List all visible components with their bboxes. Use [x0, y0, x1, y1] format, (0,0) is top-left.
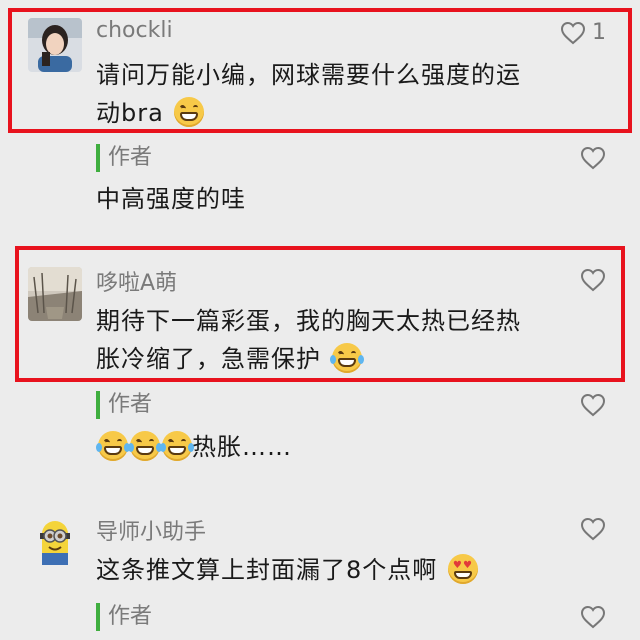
laugh-cry-emoji-icon: [128, 431, 162, 461]
like-button[interactable]: [580, 393, 606, 417]
commenter-name[interactable]: 导师小助手: [96, 514, 206, 546]
like-count: 1: [592, 20, 606, 45]
commenter-name[interactable]: 哆啦A萌: [96, 265, 177, 297]
heart-outline-icon: [580, 268, 606, 292]
author-reply-text-content: 热胀……: [192, 433, 292, 461]
author-reply-label: 作者: [96, 391, 152, 419]
laugh-cry-emoji-icon: [160, 431, 194, 461]
comment-text-line-1: 期待下一篇彩蛋，我的胸天太热已经热: [96, 307, 521, 335]
laugh-cry-emoji-icon: [96, 431, 130, 461]
commenter-name[interactable]: chockli: [96, 18, 173, 43]
heart-outline-icon: [580, 605, 606, 629]
comment-text: 这条推文算上封面漏了8个点啊 ♥ ♥: [96, 551, 596, 589]
like-button[interactable]: [580, 517, 606, 541]
comment-text-content: 这条推文算上封面漏了8个点啊: [96, 556, 438, 584]
comment-text-line-1: 请问万能小编，网球需要什么强度的运: [96, 61, 521, 89]
author-reply-text: 中高强度的哇: [96, 185, 246, 213]
like-button[interactable]: [580, 268, 606, 292]
like-button[interactable]: [580, 146, 606, 170]
author-reply-label: 作者: [96, 603, 152, 631]
author-reply-text: 热胀……: [96, 428, 596, 466]
laugh-cry-emoji-icon: [329, 343, 364, 373]
heart-outline-icon: [580, 517, 606, 541]
like-button[interactable]: [580, 605, 606, 629]
avatar-duolaameng[interactable]: [28, 267, 82, 321]
heart-outline-icon: [560, 21, 586, 44]
comment-text: 请问万能小编，网球需要什么强度的运 动bra: [96, 56, 596, 132]
author-reply-label: 作者: [96, 144, 152, 172]
comment-text-line-2: 胀冷缩了，急需保护: [96, 345, 321, 373]
heart-outline-icon: [580, 146, 606, 170]
comment-text-line-2: 动bra: [96, 99, 164, 127]
grin-emoji-icon: [174, 97, 205, 127]
heart-outline-icon: [580, 393, 606, 417]
like-button[interactable]: 1: [560, 20, 606, 45]
avatar-daoshixiaozhushou[interactable]: [28, 515, 82, 569]
heart-eyes-emoji-icon: ♥ ♥: [447, 554, 478, 584]
avatar-chockli[interactable]: [28, 18, 82, 72]
comment-text: 期待下一篇彩蛋，我的胸天太热已经热 胀冷缩了，急需保护: [96, 302, 596, 378]
